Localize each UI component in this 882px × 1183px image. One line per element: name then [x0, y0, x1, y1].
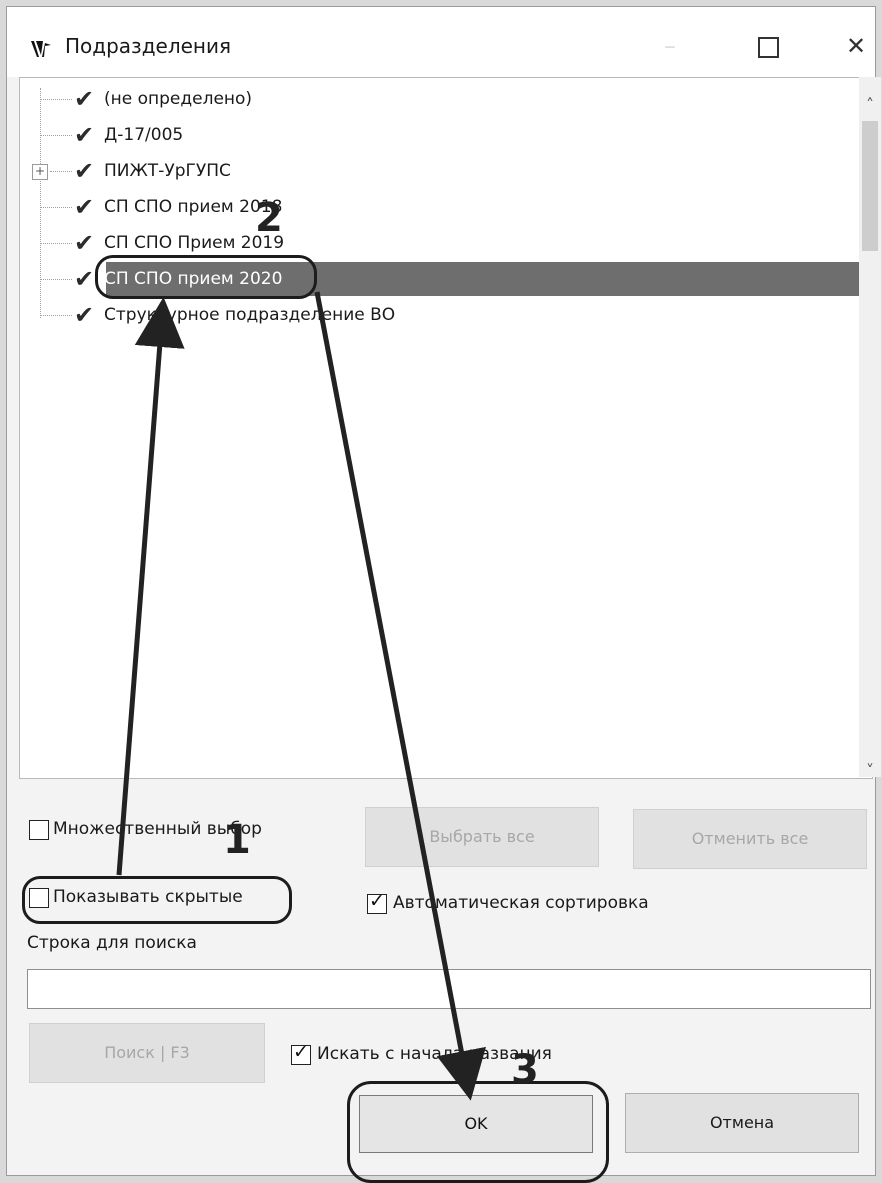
arrow-to-selected-item [116, 297, 185, 876]
arrow-to-ok-button [314, 291, 486, 1101]
annotation-arrows [116, 291, 486, 1101]
dialog-window: Подразделения – ✕ ✔ (не определено) ✔ Д-… [6, 6, 881, 1183]
